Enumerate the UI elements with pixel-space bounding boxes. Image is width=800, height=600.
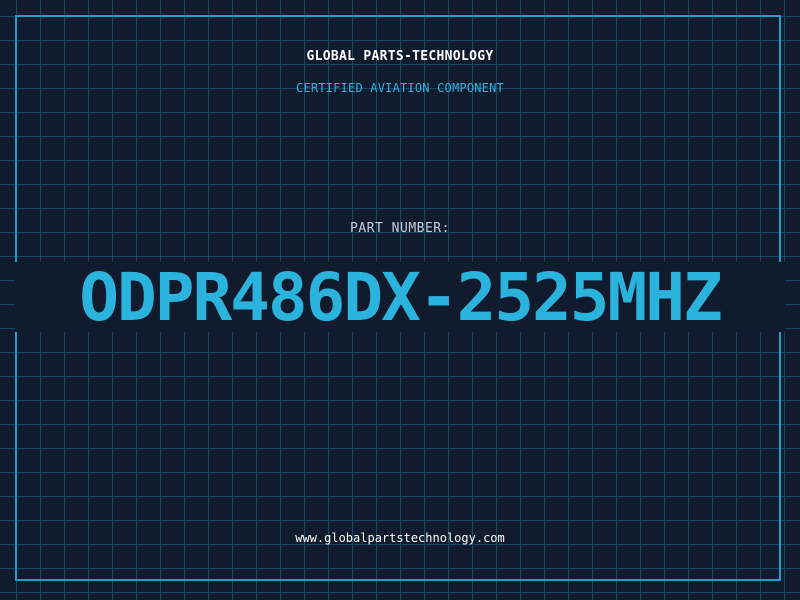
part-number-label: PART NUMBER: — [350, 221, 450, 236]
part-number-value: ODPR486DX-2525MHZ — [79, 259, 723, 336]
company-name: GLOBAL PARTS-TECHNOLOGY — [306, 49, 494, 64]
website-url: www.globalpartstechnology.com — [295, 531, 505, 545]
certification-text: CERTIFIED AVIATION COMPONENT — [296, 81, 504, 95]
part-label-card: GLOBAL PARTS-TECHNOLOGY CERTIFIED AVIATI… — [0, 0, 800, 600]
